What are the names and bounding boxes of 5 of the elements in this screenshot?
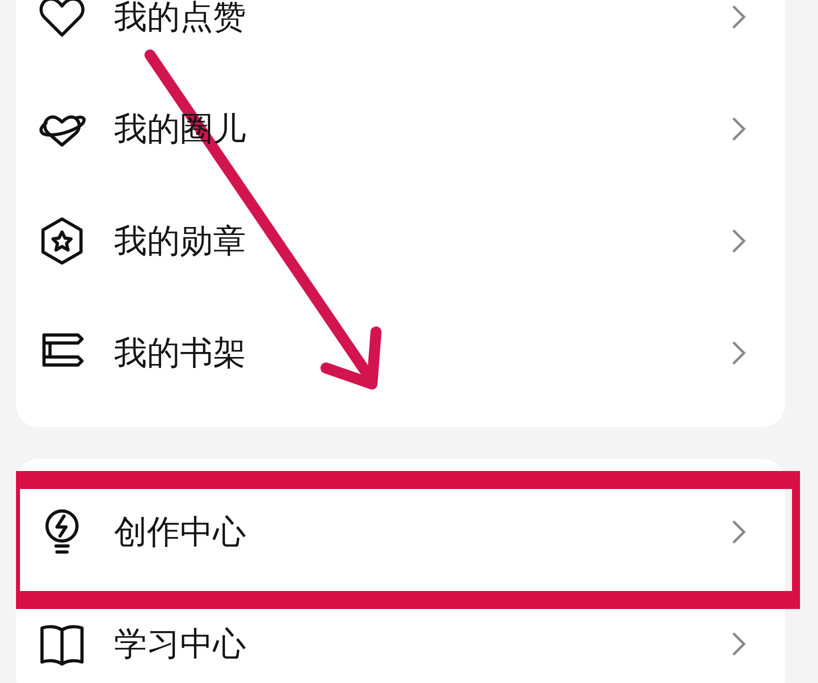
menu-item[interactable]: 我的点赞 xyxy=(16,0,785,73)
menu-item[interactable]: 我的勋章 xyxy=(16,185,785,297)
menu-item[interactable]: 学习中心 xyxy=(16,588,785,683)
menu-item[interactable]: 创作中心 xyxy=(16,476,785,588)
menu-item[interactable]: 我的书架 xyxy=(16,297,785,409)
